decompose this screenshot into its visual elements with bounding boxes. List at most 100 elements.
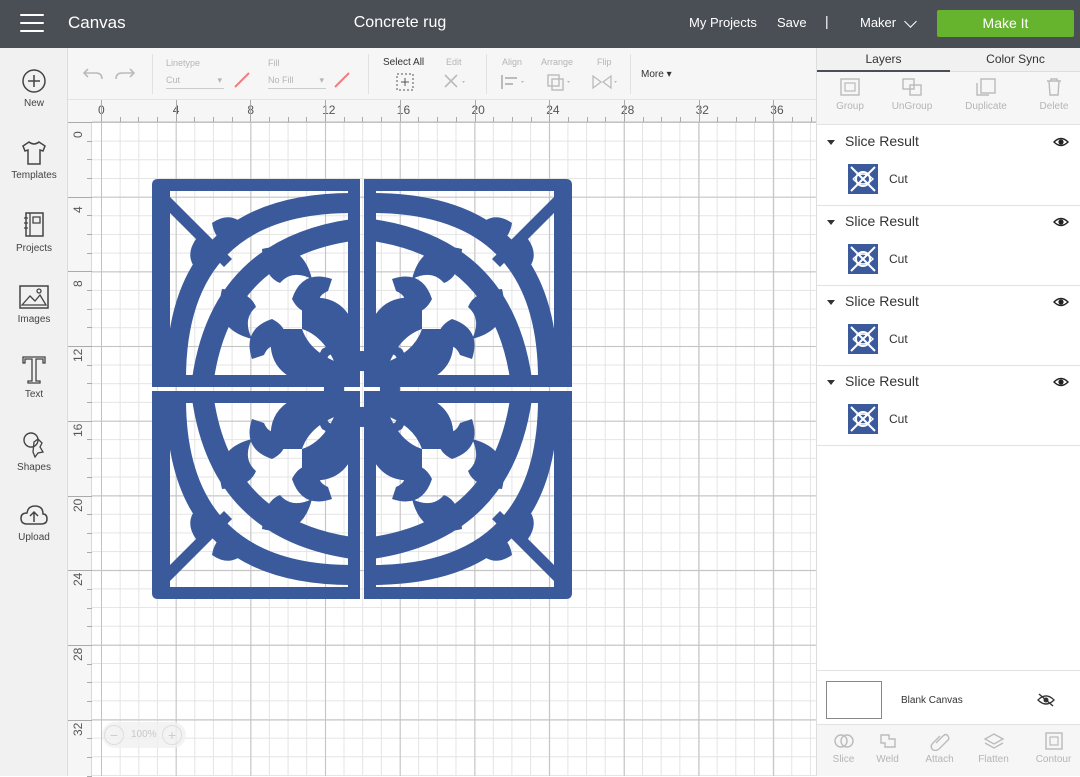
ruler-label: 32 — [71, 722, 85, 736]
layer-operation-label: Cut — [889, 252, 908, 266]
more-label: More — [641, 69, 664, 80]
redo-icon[interactable] — [114, 65, 136, 83]
ruler-label: 36 — [770, 103, 784, 117]
sidebar-item-upload[interactable]: Upload — [0, 504, 68, 543]
linetype-select[interactable]: Cut ▾ — [166, 75, 224, 89]
sidebar-item-text[interactable]: Text — [0, 355, 68, 400]
design-canvas[interactable]: − 100% + — [92, 122, 816, 776]
tile-design[interactable] — [152, 179, 572, 599]
blank-canvas-label: Blank Canvas — [901, 695, 963, 706]
ruler-label: 20 — [471, 103, 485, 117]
undo-icon[interactable] — [82, 65, 104, 83]
ruler-tick — [325, 100, 327, 122]
ruler-tick — [68, 122, 92, 123]
contour-button[interactable]: Contour — [1027, 725, 1080, 777]
select-all-icon[interactable] — [395, 72, 415, 92]
attach-button[interactable]: Attach — [913, 725, 966, 777]
ruler-tick — [68, 271, 92, 273]
sidebar-item-new[interactable]: New — [0, 68, 68, 109]
bottom-actions: Slice Weld Attach Flatten Contour — [817, 724, 1080, 776]
layer-group-title[interactable]: Slice Result — [845, 133, 919, 149]
app-title: Canvas — [68, 13, 126, 32]
blank-canvas-row[interactable]: Blank Canvas — [817, 670, 1080, 724]
layer-operation-label: Cut — [889, 332, 908, 346]
zoom-in-button[interactable]: + — [162, 725, 182, 745]
ruler-tick — [68, 495, 92, 497]
delete-label: Delete — [1039, 101, 1069, 112]
align-icon[interactable] — [500, 73, 528, 91]
ungroup-button[interactable]: UnGroup — [879, 72, 945, 125]
ruler-label: 0 — [71, 131, 85, 138]
fill-color-swatch[interactable] — [332, 70, 352, 90]
hamburger-menu-icon[interactable] — [20, 14, 44, 34]
select-all-label[interactable]: Select All — [383, 57, 424, 68]
chevron-down-icon[interactable] — [904, 15, 917, 28]
group-button[interactable]: Group — [817, 72, 883, 125]
ruler-tick — [474, 100, 476, 122]
ruler-tick — [250, 100, 252, 122]
eye-icon[interactable] — [1053, 215, 1069, 233]
sidebar-item-projects[interactable]: Projects — [0, 211, 68, 254]
edit-toolbar: Linetype Cut ▾ Fill No Fill ▾ Select All… — [68, 48, 816, 100]
sidebar-item-images[interactable]: Images — [0, 284, 68, 325]
arrange-label: Arrange — [541, 57, 574, 67]
left-sidebar: New Templates Projects Images Text Shape… — [0, 48, 68, 776]
eye-icon[interactable] — [1053, 135, 1069, 153]
fill-select[interactable]: No Fill ▾ — [268, 75, 326, 89]
blank-canvas-swatch[interactable] — [826, 681, 882, 719]
layer-group-title[interactable]: Slice Result — [845, 213, 919, 229]
eye-icon[interactable] — [1053, 375, 1069, 393]
save-button[interactable]: Save — [777, 15, 807, 30]
layer-group[interactable]: Slice Result Cut — [817, 126, 1080, 206]
layer-operation-label: Cut — [889, 412, 908, 426]
duplicate-button[interactable]: Duplicate — [953, 72, 1019, 125]
ruler-tick — [68, 719, 92, 721]
slice-icon — [833, 734, 854, 748]
arrange-icon[interactable] — [546, 73, 574, 91]
zoom-out-button[interactable]: − — [104, 725, 124, 745]
linetype-color-swatch[interactable] — [232, 70, 252, 90]
layer-group[interactable]: Slice Result Cut — [817, 366, 1080, 446]
layer-group-title[interactable]: Slice Result — [845, 373, 919, 389]
attach-label: Attach — [925, 754, 954, 765]
sidebar-item-shapes[interactable]: Shapes — [0, 430, 68, 473]
collapse-caret-icon[interactable] — [827, 380, 835, 385]
duplicate-icon — [976, 78, 996, 96]
collapse-caret-icon[interactable] — [827, 300, 835, 305]
my-projects-link[interactable]: My Projects — [689, 15, 757, 30]
ruler-label: 28 — [71, 647, 85, 661]
project-title[interactable]: Concrete rug — [300, 14, 500, 32]
ruler-tick — [399, 100, 401, 122]
flip-label: Flip — [597, 57, 612, 67]
edit-icon[interactable] — [442, 72, 468, 92]
sidebar-item-label: Projects — [15, 243, 53, 254]
flip-icon[interactable] — [591, 73, 619, 91]
collapse-caret-icon[interactable] — [827, 220, 835, 225]
tab-layers[interactable]: Layers — [817, 52, 950, 66]
trash-icon — [1047, 78, 1061, 96]
linetype-value: Cut — [166, 75, 181, 85]
more-button[interactable]: More ▾ — [641, 69, 672, 80]
layer-group[interactable]: Slice Result Cut — [817, 206, 1080, 286]
layer-operation-label: Cut — [889, 172, 908, 186]
cloud-upload-icon — [20, 505, 48, 525]
ruler-label: 16 — [71, 423, 85, 437]
weld-button[interactable]: Weld — [861, 725, 914, 777]
sidebar-item-templates[interactable]: Templates — [0, 140, 68, 181]
group-label: Group — [836, 101, 864, 112]
flatten-label: Flatten — [978, 754, 1009, 765]
edit-label: Edit — [446, 57, 462, 67]
collapse-caret-icon[interactable] — [827, 140, 835, 145]
machine-selector[interactable]: Maker — [860, 15, 896, 30]
contour-label: Contour — [1035, 754, 1072, 765]
slice-label: Slice — [832, 754, 855, 765]
eye-hidden-icon[interactable] — [1037, 693, 1055, 707]
layer-group-title[interactable]: Slice Result — [845, 293, 919, 309]
delete-button[interactable]: Delete — [1021, 72, 1080, 125]
tab-color-sync[interactable]: Color Sync — [950, 52, 1080, 66]
make-it-button[interactable]: Make It — [937, 10, 1074, 37]
eye-icon[interactable] — [1053, 295, 1069, 313]
duplicate-label: Duplicate — [965, 101, 1007, 112]
flatten-button[interactable]: Flatten — [967, 725, 1020, 777]
layer-group[interactable]: Slice Result Cut — [817, 286, 1080, 366]
